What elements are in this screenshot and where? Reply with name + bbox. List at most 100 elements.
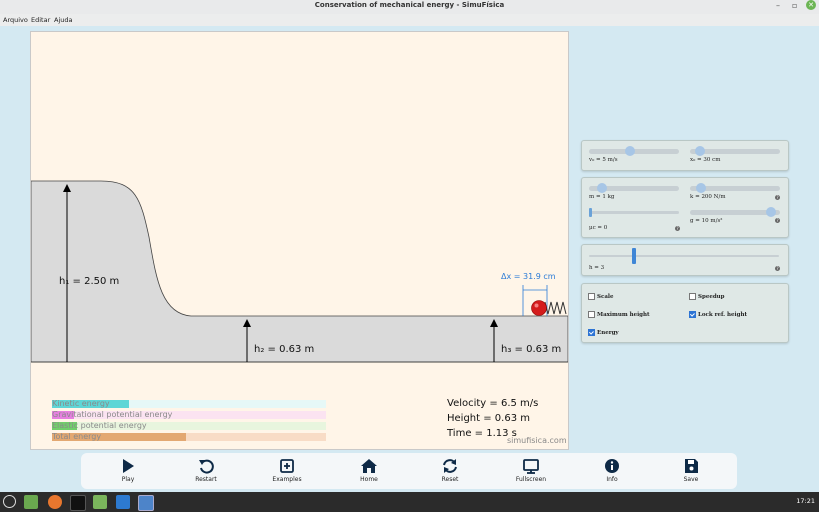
menu-editar[interactable]: Editar	[31, 16, 50, 24]
mass-slider-thumb[interactable]	[597, 183, 607, 193]
ball[interactable]	[531, 300, 547, 316]
track-drawing	[31, 180, 568, 363]
max-height-checkbox[interactable]: Maximum height	[588, 311, 650, 318]
energy-checkbox-label: Energy	[597, 330, 619, 336]
v0-label: v₀ = 5 m/s	[589, 157, 618, 163]
gravity-help-icon[interactable]: ?	[775, 218, 780, 223]
close-icon[interactable]: ✕	[806, 0, 816, 10]
x0-label: x₀ = 30 cm	[690, 157, 721, 163]
initial-conditions-panel: v₀ = 5 m/s x₀ = 30 cm	[581, 140, 789, 171]
site-brand: simufisica.com	[507, 436, 567, 445]
elastic-energy-label: Elastic potential energy	[52, 421, 147, 430]
examples-label: Examples	[272, 476, 302, 483]
gravity-slider[interactable]	[690, 207, 780, 217]
compression-label: Δx = 31.9 cm	[501, 272, 556, 281]
clock: 17:21	[796, 497, 815, 505]
examples-button[interactable]: Examples	[257, 457, 317, 483]
reset-icon	[420, 457, 480, 475]
firefox-icon[interactable]	[48, 495, 62, 509]
play-label: Play	[121, 476, 135, 483]
fullscreen-icon	[501, 457, 561, 475]
fullscreen-label: Fullscreen	[515, 476, 547, 483]
save-button[interactable]: Save	[661, 457, 721, 483]
height-label: h = 3	[589, 265, 605, 271]
save-icon	[661, 457, 721, 475]
height-slider[interactable]	[589, 248, 779, 264]
total-energy-label: Total energy	[52, 432, 102, 441]
height-readout: Height = 0.63 m	[447, 413, 530, 424]
options-panel: Scale Speedup Maximum height Lock ref. h…	[581, 283, 789, 343]
play-button[interactable]: Play	[98, 457, 158, 483]
spring-constant-slider-thumb[interactable]	[696, 183, 707, 193]
simulation-canvas[interactable]: h₁ = 2.50 m h₂ = 0.63 m h₃ = 0.63 m Δx =…	[30, 31, 569, 450]
files-icon[interactable]	[24, 495, 38, 509]
scale-checkbox-label: Scale	[597, 294, 614, 300]
lock-ref-height-checkbox[interactable]: Lock ref. height	[689, 311, 747, 318]
spring-constant-label: k = 200 N/m	[690, 194, 726, 200]
title-bar: Conservation of mechanical energy - Simu…	[0, 0, 819, 14]
simufisica-icon[interactable]	[138, 495, 154, 511]
friction-label: μc = 0	[589, 225, 608, 231]
gravitational-energy-bar: Gravitational potential energy	[52, 410, 326, 419]
menu-ajuda[interactable]: Ajuda	[54, 16, 72, 24]
total-energy-bar: Total energy	[52, 432, 326, 441]
window-title: Conservation of mechanical energy - Simu…	[314, 1, 505, 9]
vscode-icon[interactable]	[116, 495, 130, 509]
menu-bar: Arquivo Editar Ajuda	[0, 14, 819, 26]
maximize-icon[interactable]: ▫	[792, 1, 797, 10]
scale-checkbox[interactable]: Scale	[588, 293, 613, 300]
friction-slider-thumb[interactable]	[589, 208, 592, 217]
info-button[interactable]: Info	[582, 457, 642, 483]
x0-slider[interactable]	[690, 146, 780, 156]
menu-icon[interactable]	[3, 495, 16, 508]
h3-label: h₃ = 0.63 m	[501, 344, 562, 355]
v0-slider-thumb[interactable]	[625, 146, 635, 156]
parameters-panel: m = 1 kg k = 200 N/m ? μc = 0 ? g = 10 m…	[581, 177, 789, 238]
h2-label: h₂ = 0.63 m	[254, 344, 315, 355]
height-panel: h = 3 ?	[581, 244, 789, 276]
friction-help-icon[interactable]: ?	[675, 226, 680, 231]
terminal-icon[interactable]	[70, 495, 86, 511]
play-icon	[98, 457, 158, 475]
kinetic-energy-bar: Kinetic energy	[52, 399, 326, 408]
info-icon	[582, 457, 642, 475]
save-label: Save	[683, 476, 699, 483]
home-icon	[339, 457, 399, 475]
friction-slider[interactable]	[589, 208, 679, 217]
reset-label: Reset	[441, 476, 459, 483]
spring-constant-help-icon[interactable]: ?	[775, 195, 780, 200]
home-label: Home	[360, 476, 378, 483]
spring-constant-slider[interactable]	[690, 183, 780, 193]
max-height-checkbox-label: Maximum height	[597, 312, 650, 318]
lock-ref-height-checkbox-label: Lock ref. height	[698, 312, 747, 318]
speedup-checkbox-label: Speedup	[698, 294, 725, 300]
bottom-toolbar: Play Restart Examples Home Reset Fullscr…	[81, 453, 737, 489]
examples-icon	[257, 457, 317, 475]
menu-arquivo[interactable]: Arquivo	[3, 16, 28, 24]
gravitational-energy-label: Gravitational potential energy	[52, 410, 173, 419]
info-label: Info	[606, 476, 618, 483]
height-help-icon[interactable]: ?	[775, 266, 780, 271]
gravity-slider-thumb[interactable]	[766, 207, 776, 217]
fullscreen-button[interactable]: Fullscreen	[501, 457, 561, 483]
mass-slider[interactable]	[589, 183, 679, 193]
elastic-energy-bar: Elastic potential energy	[52, 421, 326, 430]
energy-checkbox[interactable]: Energy	[588, 329, 619, 336]
minimize-icon[interactable]: –	[776, 1, 780, 10]
v0-slider[interactable]	[589, 146, 679, 156]
speedup-checkbox[interactable]: Speedup	[689, 293, 725, 300]
folder-icon[interactable]	[93, 495, 107, 509]
restart-icon	[176, 457, 236, 475]
restart-button[interactable]: Restart	[176, 457, 236, 483]
x0-slider-thumb[interactable]	[694, 146, 705, 156]
mass-label: m = 1 kg	[589, 194, 615, 200]
os-taskbar: 17:21	[0, 492, 819, 512]
velocity-readout: Velocity = 6.5 m/s	[447, 398, 539, 409]
gravity-label: g = 10 m/s²	[690, 218, 723, 224]
height-slider-thumb[interactable]	[631, 248, 636, 264]
restart-label: Restart	[195, 476, 217, 483]
h1-label: h₁ = 2.50 m	[59, 276, 120, 287]
reset-button[interactable]: Reset	[420, 457, 480, 483]
kinetic-energy-label: Kinetic energy	[52, 399, 110, 408]
home-button[interactable]: Home	[339, 457, 399, 483]
